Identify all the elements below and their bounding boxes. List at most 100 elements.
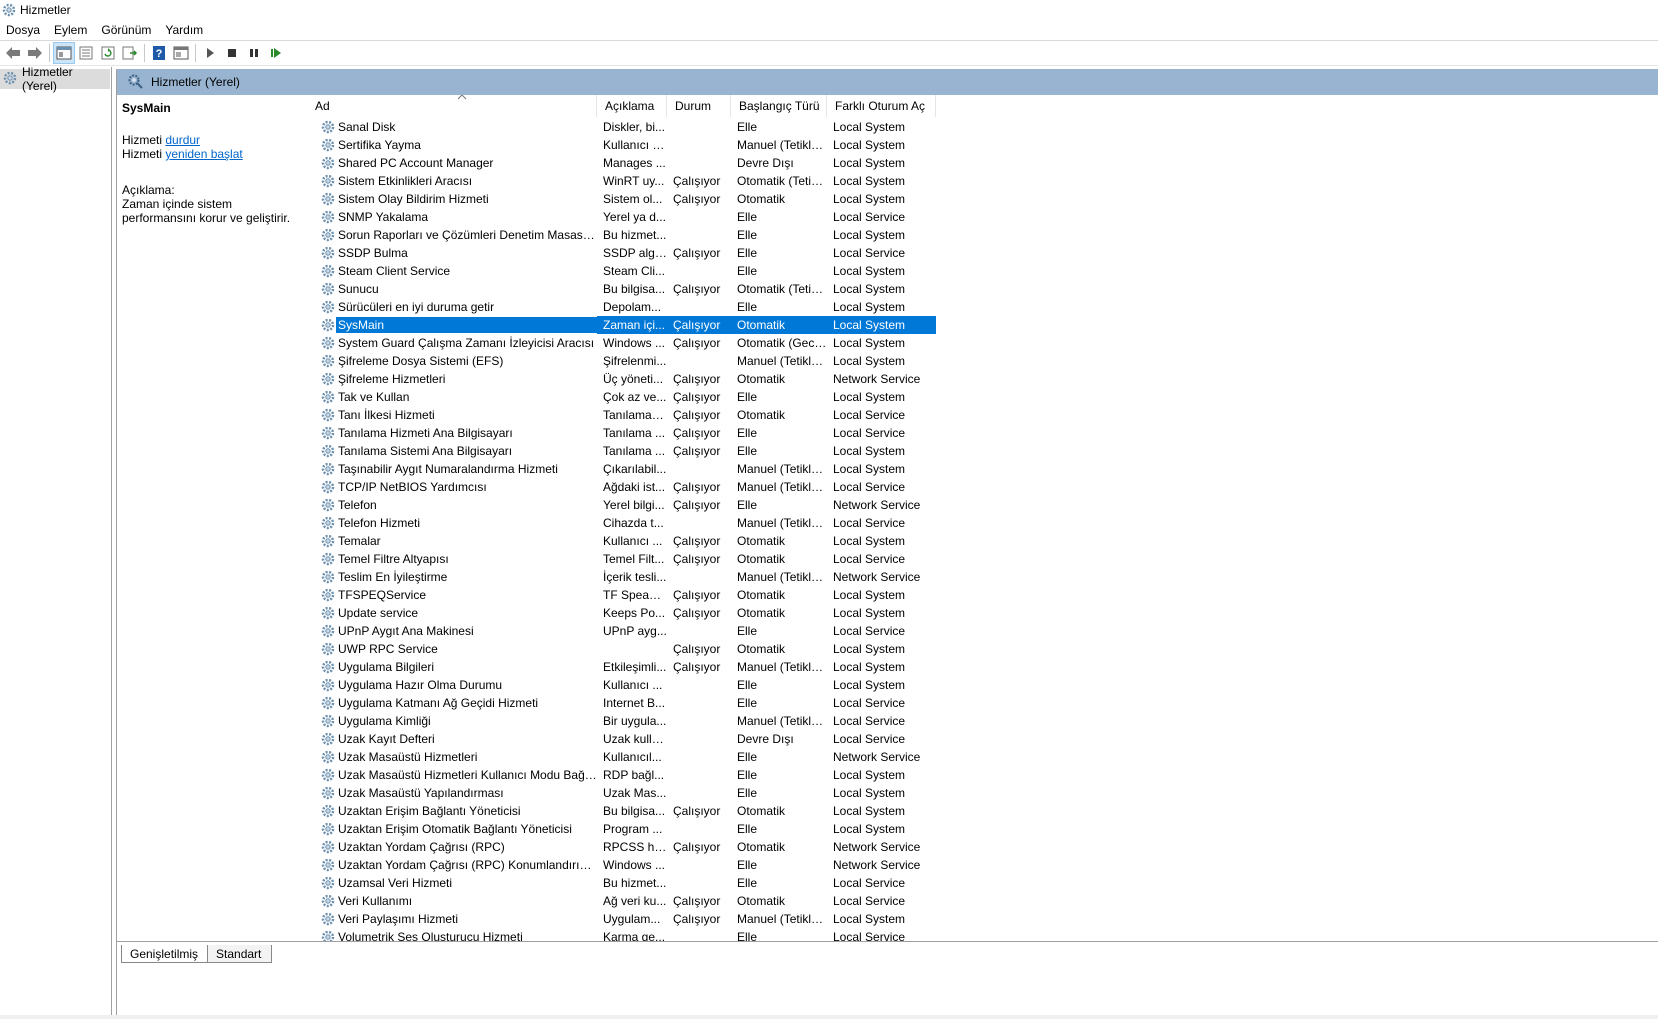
service-row[interactable]: Uygulama Katmanı Ağ Geçidi Hizmeti Intern… [307,694,936,712]
service-row[interactable]: Steam Client Service Steam Cli... Elle Loca… [307,262,936,280]
service-row[interactable]: Uzaktan Erişim Otomatik Bağlantı Yönetic… [307,820,936,838]
menu-action[interactable]: Eylem [47,23,94,37]
service-description: Depolam... [603,300,662,314]
menu-view[interactable]: Görünüm [94,23,158,37]
service-row[interactable]: TCP/IP NetBIOS Yardımcısı Ağdaki ist... Ça… [307,478,936,496]
service-row[interactable]: System Guard Çalışma Zamanı İzleyicisi A… [307,334,936,352]
service-row[interactable]: Telefon Hizmeti Cihazda t... Manuel (Tetik… [307,514,936,532]
tree-item-services-local[interactable]: Hizmetler (Yerel) [0,65,110,93]
show-hide-tree-icon[interactable] [53,42,75,64]
stop-service-link[interactable]: durdur [165,133,200,147]
service-row[interactable]: Taşınabilir Aygıt Numaralandırma Hizmeti… [307,460,936,478]
service-row[interactable]: Sorun Raporları ve Çözümleri Denetim Mas… [307,226,936,244]
service-row[interactable]: Uygulama Bilgileri Etkileşimli... Çalışıyo… [307,658,936,676]
service-row[interactable]: Telefon Yerel bilgi... Çalışıyor Elle Networ… [307,496,936,514]
service-row[interactable]: Şifreleme Hizmetleri Üç yöneti... Çalışıyo… [307,370,936,388]
tab-extended[interactable]: Genişletilmiş [121,945,210,963]
service-row[interactable]: Update service Keeps Po... Çalışıyor Otomat… [307,604,936,622]
restart-service-link[interactable]: yeniden başlat [165,147,242,161]
service-startup-type: Elle [737,210,758,224]
service-row[interactable]: Veri Paylaşımı Hizmeti Uygulam... Çalışıyo… [307,910,936,928]
service-logon-as: Local Service [833,894,906,908]
service-row[interactable]: Uzaktan Yordam Çağrısı (RPC) Konumlandır… [307,856,936,874]
service-row[interactable]: Shared PC Account Manager Manages ... Devr… [307,154,936,172]
service-row[interactable]: Tak ve Kullan Çok az ve... Çalışıyor Elle Lo… [307,388,936,406]
service-name-cell: Uygulama Hazır Olma Durumu [307,677,597,693]
service-row[interactable]: UWP RPC Service Çalışıyor Otomatik Local Sy… [307,640,936,658]
menu-file[interactable]: Dosya [0,23,47,37]
service-gear-icon [320,137,336,153]
help-icon[interactable]: ? [148,42,170,64]
service-row[interactable]: Uzak Kayıt Defteri Uzak kulla... Devre Dış… [307,730,936,748]
service-row[interactable]: Uzak Masaüstü Hizmetleri Kullanıcı Modu … [307,766,936,784]
restart-service-icon[interactable] [265,42,287,64]
refresh-icon[interactable] [97,42,119,64]
service-row[interactable]: Temel Filtre Altyapısı Temel Filt... Çalış… [307,550,936,568]
service-logon-as: Local System [833,354,906,368]
service-row[interactable]: Uzaktan Yordam Çağrısı (RPC) RPCSS hiz...… [307,838,936,856]
pause-service-icon[interactable] [243,42,265,64]
service-description: Kullanıcı ... [603,534,663,548]
service-row[interactable]: TFSPEQService TF Speake... Çalışıyor Otomat… [307,586,936,604]
service-row[interactable]: UPnP Aygıt Ana Makinesi UPnP ayg... Elle Lo… [307,622,936,640]
service-status: Çalışıyor [673,642,721,656]
column-header-name[interactable]: Ad [307,95,597,117]
service-row[interactable]: Şifreleme Dosya Sistemi (EFS) Şifrelenmi.… [307,352,936,370]
service-startup-type: Devre Dışı [737,156,794,170]
service-row[interactable]: Volumetrik Ses Oluşturucu Hizmeti Karma g… [307,928,936,941]
service-row[interactable]: Temalar Kullanıcı ... Çalışıyor Otomatik Loc… [307,532,936,550]
back-icon[interactable] [2,42,24,64]
properties-icon[interactable] [75,42,97,64]
service-status: Çalışıyor [673,552,721,566]
service-startup-type: Manuel (Tetikle... [737,516,827,530]
service-row[interactable]: Tanılama Sistemi Ana Bilgisayarı Tanılama… [307,442,936,460]
pane-header: Hizmetler (Yerel) [117,69,1658,95]
service-row[interactable]: Sanal Disk Diskler, bi... Elle Local System [307,118,936,136]
service-row[interactable]: Veri Kullanımı Ağ veri ku... Çalışıyor Otom… [307,892,936,910]
forward-icon[interactable] [24,42,46,64]
service-row[interactable]: Uzaktan Erişim Bağlantı Yöneticisi Bu bil… [307,802,936,820]
service-name-cell: Sunucu [307,281,597,297]
service-row[interactable]: Sistem Olay Bildirim Hizmeti Sistem ol...… [307,190,936,208]
service-name-cell: TCP/IP NetBIOS Yardımcısı [307,479,597,495]
service-row[interactable]: Uzak Masaüstü Yapılandırması Uzak Mas... E… [307,784,936,802]
console-tree: Hizmetler (Yerel) [0,65,112,1015]
service-startup-type: Elle [737,498,758,512]
service-name-cell: Volumetrik Ses Oluşturucu Hizmeti [307,929,597,941]
service-row[interactable]: Tanı İlkesi Hizmeti Tanılama İ... Çalışıyo… [307,406,936,424]
service-name-cell: Teslim En İyileştirme [307,569,597,585]
service-row[interactable]: SNMP Yakalama Yerel ya d... Elle Local Serv… [307,208,936,226]
toolbar-separator [49,44,50,62]
service-gear-icon [320,173,336,189]
menu-help[interactable]: Yardım [158,23,210,37]
service-row[interactable]: Sistem Etkinlikleri Aracısı WinRT uy... Ça… [307,172,936,190]
service-row[interactable]: SysMain Zaman içi... Çalışıyor Otomatik Loca… [307,316,936,334]
service-description: Tanılama ... [603,444,666,458]
start-service-icon[interactable] [199,42,221,64]
service-row[interactable]: Sunucu Bu bilgisa... Çalışıyor Otomatik (Te… [307,280,936,298]
service-row[interactable]: Uygulama Hazır Olma Durumu Kullanıcı ... E… [307,676,936,694]
service-row[interactable]: Uygulama Kimliği Bir uygula... Manuel (Tet… [307,712,936,730]
service-gear-icon [320,443,336,459]
stop-service-icon[interactable] [221,42,243,64]
console-view-icon[interactable] [170,42,192,64]
service-name-cell: System Guard Çalışma Zamanı İzleyicisi A… [307,335,597,351]
column-header-logon-as[interactable]: Farklı Oturum Aç [827,95,936,117]
service-row[interactable]: SSDP Bulma SSDP algıl... Çalışıyor Elle Loca… [307,244,936,262]
column-header-description[interactable]: Açıklama [597,95,667,117]
service-name: Shared PC Account Manager [338,156,494,170]
tab-standard[interactable]: Standart [207,945,273,963]
service-row[interactable]: Sürücüleri en iyi duruma getir Depolam...… [307,298,936,316]
service-logon-as: Local System [833,192,906,206]
service-row[interactable]: Uzak Masaüstü Hizmetleri Kullanıcıl... Ell… [307,748,936,766]
service-name: Uzak Kayıt Defteri [338,732,435,746]
service-name-cell: Tanı İlkesi Hizmeti [307,407,597,423]
column-header-status[interactable]: Durum [667,95,731,117]
export-list-icon[interactable] [119,42,141,64]
service-row[interactable]: Tanılama Hizmeti Ana Bilgisayarı Tanılama… [307,424,936,442]
column-header-startup-type[interactable]: Başlangıç Türü [731,95,827,117]
service-row[interactable]: Teslim En İyileştirme İçerik tesli... Manu… [307,568,936,586]
service-row[interactable]: Uzamsal Veri Hizmeti Bu hizmet... Elle Loca… [307,874,936,892]
service-row[interactable]: Sertifika Yayma Kullanıcı s... Manuel (Tet… [307,136,936,154]
service-logon-as: Local Service [833,246,906,260]
